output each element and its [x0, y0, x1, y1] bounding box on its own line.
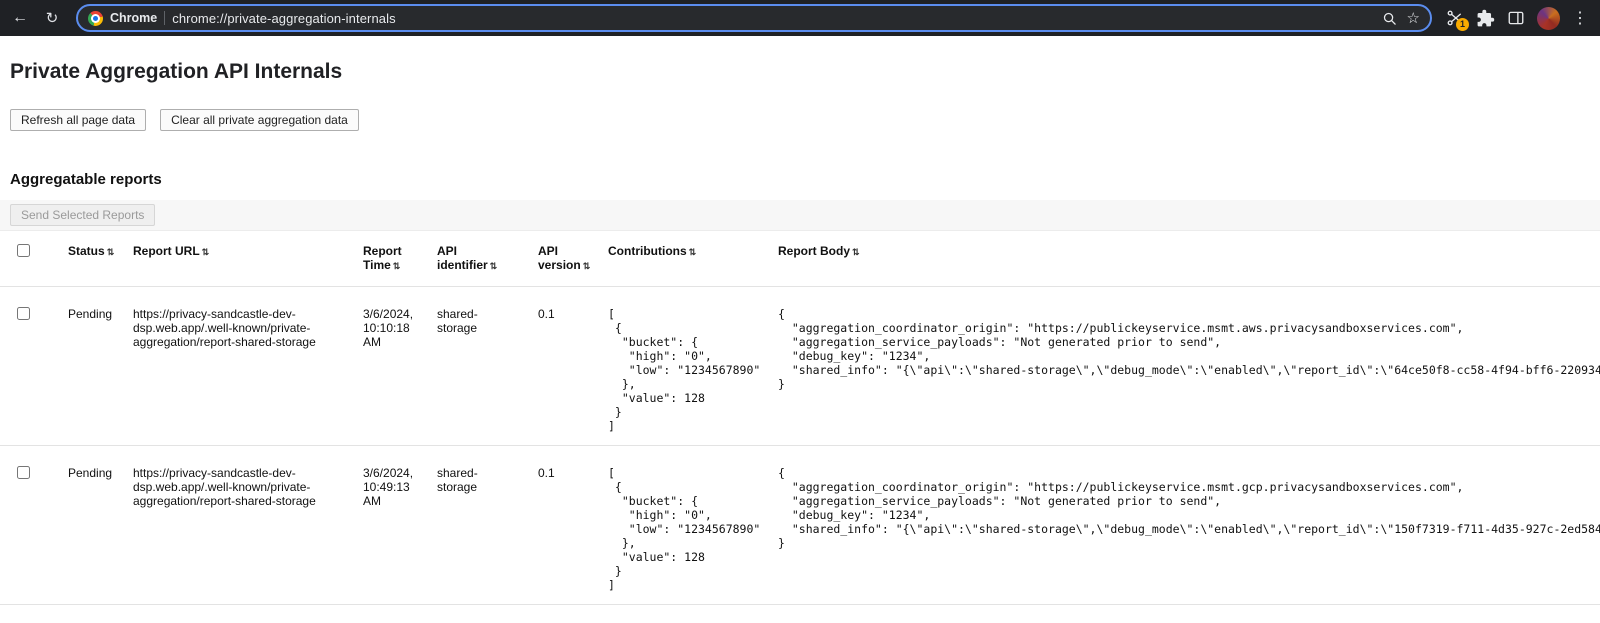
sort-icon: ⇅: [393, 261, 401, 271]
cell-contributions: [ { "bucket": { "high": "0", "low": "123…: [608, 466, 744, 592]
address-bar[interactable]: Chrome chrome://private-aggregation-inte…: [76, 4, 1432, 32]
site-chip-label: Chrome: [110, 11, 157, 25]
cell-report-body: { "aggregation_coordinator_origin": "htt…: [778, 466, 1576, 550]
sort-icon: ⇅: [107, 247, 115, 257]
cell-contributions: [ { "bucket": { "high": "0", "low": "123…: [608, 307, 744, 433]
reload-icon[interactable]: ↻: [38, 4, 66, 32]
pinned-extension-icon[interactable]: 1: [1446, 9, 1464, 27]
table-header-row: Status⇅ Report URL⇅ Report Time⇅ API ide…: [0, 231, 1600, 287]
column-label: Report URL: [133, 244, 200, 258]
page-actions: Refresh all page data Clear all private …: [10, 109, 1590, 131]
table-row: Pending https://privacy-sandcastle-dev-d…: [0, 287, 1600, 446]
search-icon[interactable]: [1382, 11, 1397, 26]
clear-all-button[interactable]: Clear all private aggregation data: [160, 109, 359, 131]
sort-icon: ⇅: [583, 261, 591, 271]
cell-api-identifier: shared-storage: [427, 446, 528, 605]
row-checkbox[interactable]: [17, 466, 30, 479]
column-header-api-identifier[interactable]: API identifier⇅: [427, 231, 528, 287]
cell-report-url: https://privacy-sandcastle-dev-dsp.web.a…: [123, 446, 353, 605]
url-text[interactable]: chrome://private-aggregation-internals: [172, 11, 1374, 26]
section-title: Aggregatable reports: [10, 171, 1590, 188]
chrome-logo-icon: [88, 11, 103, 26]
menu-kebab-icon[interactable]: ⋮: [1572, 8, 1588, 28]
extensions-puzzle-icon[interactable]: [1476, 9, 1495, 28]
cell-report-body: { "aggregation_coordinator_origin": "htt…: [778, 307, 1576, 391]
column-header-api-version[interactable]: API version⇅: [528, 231, 598, 287]
column-label: Contributions: [608, 244, 687, 258]
page-title: Private Aggregation API Internals: [10, 60, 1590, 84]
cell-status: Pending: [58, 446, 123, 605]
cell-api-version: 0.1: [528, 446, 598, 605]
column-label: API version: [538, 244, 581, 272]
bookmark-star-icon[interactable]: ☆: [1407, 9, 1420, 27]
cell-report-time: 3/6/2024, 10:10:18 AM: [353, 287, 427, 446]
column-header-report-time[interactable]: Report Time⇅: [353, 231, 427, 287]
back-icon[interactable]: ←: [6, 4, 34, 32]
sort-icon: ⇅: [490, 261, 498, 271]
column-label: Status: [68, 244, 105, 258]
browser-toolbar: ← ↻ Chrome chrome://private-aggregation-…: [0, 0, 1600, 36]
sort-icon: ⇅: [852, 247, 860, 257]
send-selected-reports-button[interactable]: Send Selected Reports: [10, 204, 155, 226]
chip-divider: [164, 11, 165, 25]
side-panel-icon[interactable]: [1507, 9, 1525, 27]
sort-icon: ⇅: [689, 247, 697, 257]
cell-report-url: https://privacy-sandcastle-dev-dsp.web.a…: [123, 287, 353, 446]
page-content: Private Aggregation API Internals Refres…: [0, 60, 1600, 605]
column-header-status[interactable]: Status⇅: [58, 231, 123, 287]
cell-status: Pending: [58, 287, 123, 446]
select-all-checkbox[interactable]: [17, 244, 30, 257]
column-header-contributions[interactable]: Contributions⇅: [598, 231, 768, 287]
extension-badge: 1: [1456, 18, 1469, 31]
refresh-all-button[interactable]: Refresh all page data: [10, 109, 146, 131]
cell-report-time: 3/6/2024, 10:49:13 AM: [353, 446, 427, 605]
column-header-report-url[interactable]: Report URL⇅: [123, 231, 353, 287]
cell-api-identifier: shared-storage: [427, 287, 528, 446]
table-row: Pending https://privacy-sandcastle-dev-d…: [0, 446, 1600, 605]
column-label: Report Body: [778, 244, 850, 258]
row-checkbox[interactable]: [17, 307, 30, 320]
profile-avatar[interactable]: [1537, 7, 1560, 30]
cell-api-version: 0.1: [528, 287, 598, 446]
reports-table: Status⇅ Report URL⇅ Report Time⇅ API ide…: [0, 230, 1600, 605]
column-label: API identifier: [437, 244, 488, 272]
reports-toolbar: Send Selected Reports: [0, 200, 1600, 230]
column-header-report-body[interactable]: Report Body⇅: [768, 231, 1600, 287]
sort-icon: ⇅: [202, 247, 210, 257]
